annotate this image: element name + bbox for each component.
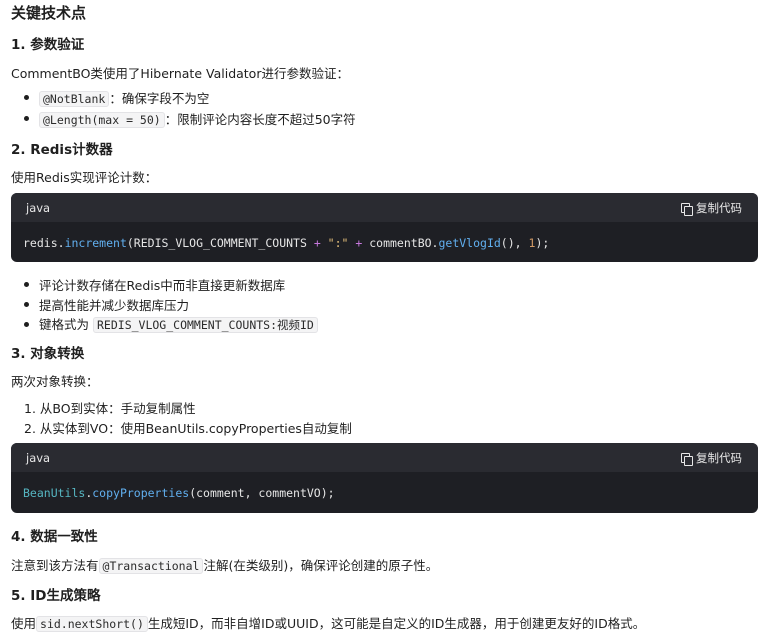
section-intro: 两次对象转换： bbox=[11, 374, 99, 389]
bullet-dot bbox=[24, 116, 29, 121]
copy-label: 复制代码 bbox=[696, 451, 742, 465]
code-token: increment bbox=[64, 236, 127, 250]
list-item-text: ：确保字段不为空 bbox=[109, 91, 210, 106]
numbered-item: 1. 从BO到实体：手动复制属性 bbox=[24, 401, 196, 416]
code-language: java bbox=[26, 201, 51, 215]
list-item: 提高性能并减少数据库压力 bbox=[39, 298, 190, 313]
code-token: BeanUtils bbox=[23, 486, 86, 500]
code-block: java 复制代码 BeanUtils.copyProperties(comme… bbox=[11, 443, 758, 513]
section-heading-redis: 2. Redis计数器 bbox=[11, 142, 113, 158]
list-item: @NotBlank ：确保字段不为空 bbox=[39, 88, 209, 107]
code-token: commentBO. bbox=[362, 236, 439, 250]
copy-code-button[interactable]: 复制代码 bbox=[681, 200, 742, 216]
code-header: java 复制代码 bbox=[11, 193, 758, 222]
bullet-dot bbox=[24, 95, 29, 100]
code-token: ); bbox=[535, 236, 550, 250]
copy-label: 复制代码 bbox=[696, 201, 742, 215]
section-heading-conversion: 3. 对象转换 bbox=[11, 346, 85, 362]
copy-icon bbox=[681, 202, 693, 216]
code-token: getVlogId bbox=[438, 236, 501, 250]
section-heading-consistency: 4. 数据一致性 bbox=[11, 529, 98, 545]
code-block: java 复制代码 redis.increment(REDIS_VLOG_COM… bbox=[11, 193, 758, 262]
code-line: redis.increment(REDIS_VLOG_COMMENT_COUNT… bbox=[23, 236, 549, 250]
code-token: (comment, commentVO); bbox=[189, 486, 335, 500]
paragraph-text: 注解(在类级别)，确保评论创建的原子性。 bbox=[203, 558, 439, 573]
copy-code-button[interactable]: 复制代码 bbox=[681, 450, 742, 466]
code-token: . bbox=[57, 236, 65, 250]
section-intro: 使用Redis实现评论计数： bbox=[11, 170, 158, 185]
code-line: BeanUtils.copyProperties(comment, commen… bbox=[23, 486, 335, 500]
inline-code: @Transactional bbox=[98, 558, 204, 574]
paragraph-text: 生成短ID，而非自增ID或UUID，这可能是自定义的ID生成器，用于创建更友好的… bbox=[147, 616, 646, 631]
inline-code: @Length(max = 50) bbox=[39, 112, 165, 128]
code-token: + bbox=[313, 236, 321, 250]
paragraph-text: 注意到该方法有 bbox=[11, 558, 99, 573]
list-item-text: ：限制评论内容长度不超过50字符 bbox=[164, 112, 356, 127]
page-title: 关键技术点 bbox=[11, 4, 87, 22]
paragraph: 使用 sid.nextShort() 生成短ID，而非自增ID或UUID，这可能是自… bbox=[11, 613, 645, 632]
code-token: (REDIS_VLOG_COMMENT_COUNTS bbox=[126, 236, 314, 250]
inline-code: sid.nextShort() bbox=[36, 616, 148, 632]
list-item: 评论计数存储在Redis中而非直接更新数据库 bbox=[39, 278, 286, 293]
section-intro: CommentBO类使用了Hibernate Validator进行参数验证： bbox=[11, 66, 349, 81]
code-token: copyProperties bbox=[92, 486, 190, 500]
section-heading-validation: 1. 参数验证 bbox=[11, 37, 85, 53]
paragraph: 注意到该方法有 @Transactional 注解(在类级别)，确保评论创建的原子性… bbox=[11, 555, 438, 574]
copy-icon bbox=[681, 452, 693, 466]
code-header: java 复制代码 bbox=[11, 443, 758, 472]
code-language: java bbox=[26, 451, 51, 465]
bullet-dot bbox=[24, 302, 29, 307]
numbered-item: 2. 从实体到VO：使用BeanUtils.copyProperties自动复制 bbox=[24, 421, 352, 436]
bullet-dot bbox=[24, 282, 29, 287]
list-item: @Length(max = 50) ：限制评论内容长度不超过50字符 bbox=[39, 109, 356, 128]
bullet-dot bbox=[24, 322, 29, 327]
inline-code: REDIS_VLOG_COMMENT_COUNTS:视频ID bbox=[93, 317, 318, 333]
list-item: 键格式为 REDIS_VLOG_COMMENT_COUNTS:视频ID bbox=[39, 314, 318, 333]
list-item-text: 键格式为 bbox=[39, 317, 90, 332]
section-heading-id-generation: 5. ID生成策略 bbox=[11, 588, 101, 604]
code-token: ":" bbox=[320, 236, 356, 250]
paragraph-text: 使用 bbox=[11, 616, 37, 631]
code-token: redis bbox=[23, 236, 58, 250]
code-token: (), bbox=[500, 236, 529, 250]
inline-code: @NotBlank bbox=[39, 91, 110, 107]
